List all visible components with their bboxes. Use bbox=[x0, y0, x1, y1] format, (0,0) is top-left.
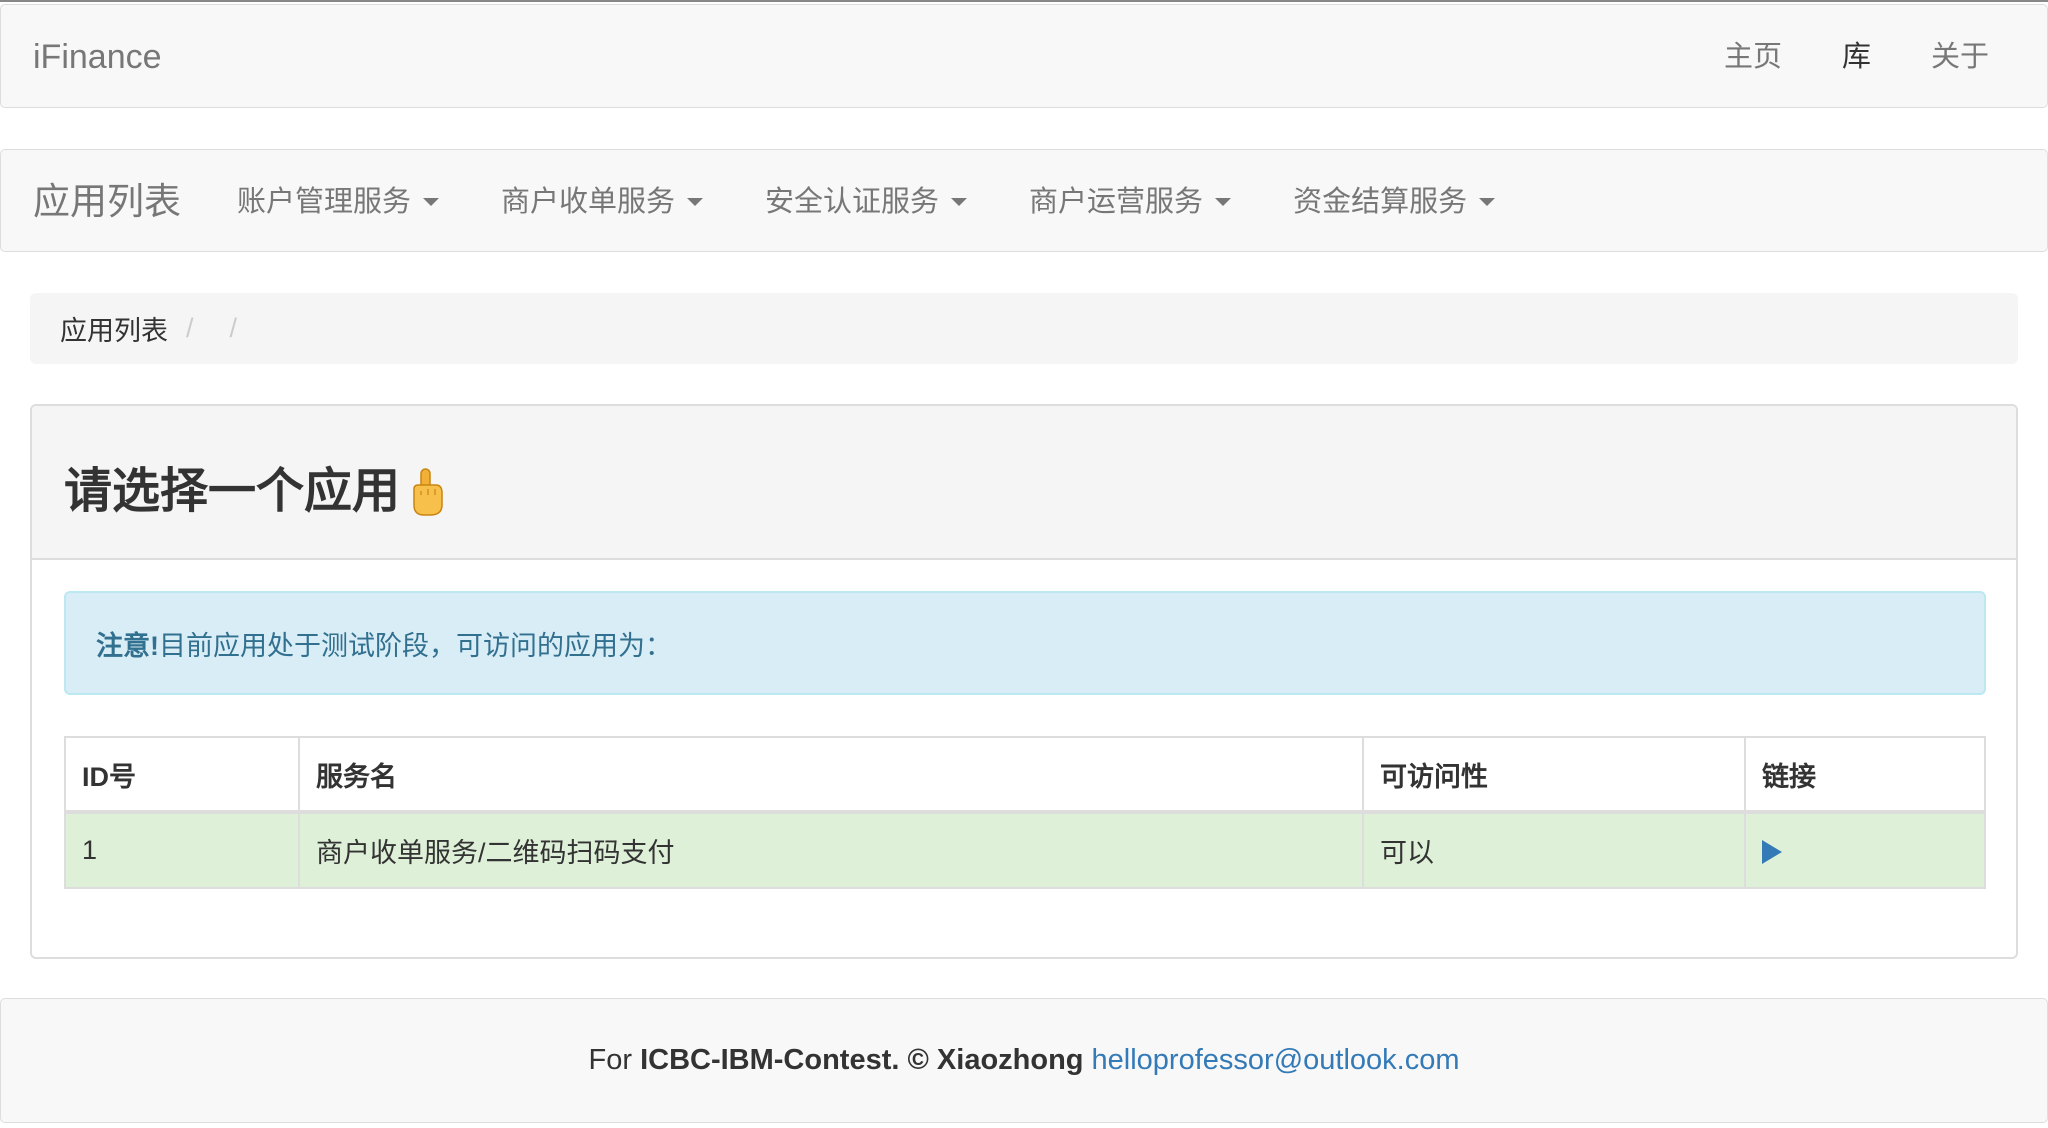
cell-link bbox=[1744, 811, 1986, 889]
service-menus: 账户管理服务 商户收单服务 安全认证服务 商户运营服务 资金结算服务 bbox=[237, 180, 1557, 224]
brand-logo[interactable]: iFinance bbox=[33, 35, 162, 79]
top-navbar: iFinance 主页 库 关于 bbox=[0, 0, 2048, 108]
table-header-row: ID号 服务名 可访问性 链接 bbox=[64, 736, 1986, 814]
breadcrumb-separator: / bbox=[229, 313, 238, 343]
apps-table: ID号 服务名 可访问性 链接 1 商户收单服务/二维码扫码支付 可以 bbox=[64, 736, 1986, 889]
cell-id: 1 bbox=[64, 811, 300, 889]
menu-merchant-operations[interactable]: 商户运营服务 bbox=[1029, 180, 1232, 224]
alert-text: 目前应用处于测试阶段，可访问的应用为： bbox=[159, 630, 672, 661]
menu-merchant-acquiring[interactable]: 商户收单服务 bbox=[501, 180, 704, 224]
panel-heading: 请选择一个应用 bbox=[32, 406, 2016, 560]
caret-down-icon bbox=[1215, 198, 1232, 206]
col-header-id: ID号 bbox=[64, 736, 300, 814]
panel-title-text: 请选择一个应用 bbox=[64, 465, 401, 518]
cell-service: 商户收单服务/二维码扫码支付 bbox=[298, 811, 1364, 889]
pointing-hand-icon bbox=[406, 467, 446, 517]
top-nav-links: 主页 库 关于 bbox=[1664, 35, 1989, 79]
col-header-access: 可访问性 bbox=[1362, 736, 1746, 814]
menu-security-auth[interactable]: 安全认证服务 bbox=[765, 180, 968, 224]
notice-alert: 注意! 目前应用处于测试阶段，可访问的应用为： bbox=[64, 591, 1986, 695]
caret-down-icon bbox=[951, 198, 968, 206]
nav-link-home[interactable]: 主页 bbox=[1724, 35, 1782, 79]
breadcrumb-separator: / bbox=[186, 313, 194, 343]
menu-label: 账户管理服务 bbox=[237, 186, 412, 218]
breadcrumb: 应用列表 / / bbox=[30, 293, 2018, 364]
menu-label: 资金结算服务 bbox=[1293, 186, 1468, 218]
menu-label: 商户运营服务 bbox=[1029, 186, 1204, 218]
breadcrumb-item-app-list[interactable]: 应用列表 bbox=[60, 309, 168, 348]
nav-link-about[interactable]: 关于 bbox=[1931, 35, 1989, 79]
panel-title: 请选择一个应用 bbox=[64, 462, 446, 522]
caret-down-icon bbox=[423, 198, 440, 206]
app-select-panel: 请选择一个应用 注意! 目前应用处于测试阶段，可访问的应用为： ID号 服务名 … bbox=[30, 404, 2018, 959]
footer-copyright: © Xiaozhong bbox=[907, 1044, 1084, 1076]
nav-link-library[interactable]: 库 bbox=[1842, 35, 1871, 79]
menu-label: 安全认证服务 bbox=[765, 186, 940, 218]
menu-fund-settlement[interactable]: 资金结算服务 bbox=[1293, 180, 1496, 224]
cell-access: 可以 bbox=[1362, 811, 1746, 889]
footer: For ICBC-IBM-Contest. © Xiaozhong hellop… bbox=[0, 998, 2048, 1123]
caret-down-icon bbox=[687, 198, 704, 206]
col-header-link: 链接 bbox=[1744, 736, 1986, 814]
menu-account-management[interactable]: 账户管理服务 bbox=[237, 180, 440, 224]
footer-email-link[interactable]: helloprofessor@outlook.com bbox=[1092, 1044, 1460, 1077]
table-row: 1 商户收单服务/二维码扫码支付 可以 bbox=[64, 811, 1986, 889]
alert-strong-label: 注意! bbox=[96, 630, 159, 661]
menu-label: 商户收单服务 bbox=[501, 186, 676, 218]
app-list-title[interactable]: 应用列表 bbox=[33, 180, 181, 224]
footer-contest: ICBC-IBM-Contest. bbox=[640, 1044, 900, 1076]
caret-down-icon bbox=[1479, 198, 1496, 206]
footer-prefix: For bbox=[588, 1044, 633, 1076]
play-icon[interactable] bbox=[1762, 839, 1782, 864]
apps-table-container: ID号 服务名 可访问性 链接 1 商户收单服务/二维码扫码支付 可以 bbox=[64, 736, 1986, 889]
col-header-service: 服务名 bbox=[298, 736, 1364, 814]
app-navbar: 应用列表 账户管理服务 商户收单服务 安全认证服务 商户运营服务 资金结算服务 bbox=[0, 149, 2048, 252]
